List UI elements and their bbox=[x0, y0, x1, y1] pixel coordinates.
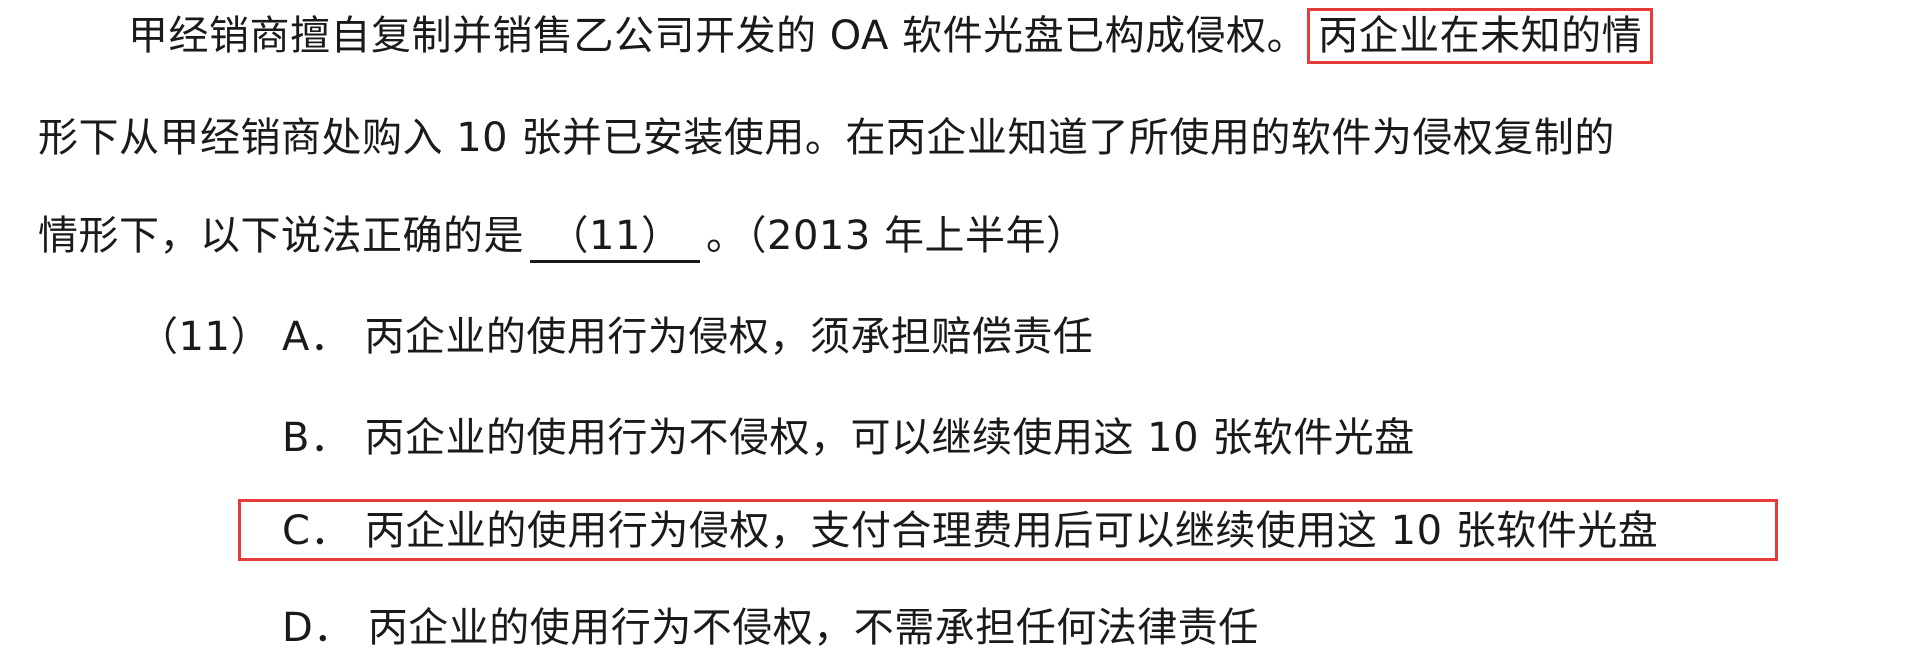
answer-blank: （11） bbox=[530, 212, 700, 263]
question-text: 甲经销商擅自复制并销售乙公司开发的 OA 软件光盘已构成侵权。 bbox=[128, 13, 1308, 59]
option-letter: B． bbox=[282, 415, 351, 461]
option-d: D． 丙企业的使用行为不侵权，不需承担任何法律责任 bbox=[282, 600, 1259, 656]
option-a: A． 丙企业的使用行为侵权，须承担赔偿责任 bbox=[282, 309, 1093, 365]
question-line-2: 形下从甲经销商处购入 10 张并已安装使用。在丙企业知道了所使用的软件为侵权复制… bbox=[38, 110, 1615, 166]
option-text: 丙企业的使用行为侵权，须承担赔偿责任 bbox=[364, 314, 1094, 360]
option-c: C． 丙企业的使用行为侵权，支付合理费用后可以继续使用这 10 张软件光盘 bbox=[282, 503, 1658, 559]
option-b: B． 丙企业的使用行为不侵权，可以继续使用这 10 张软件光盘 bbox=[282, 410, 1415, 466]
option-letter: D． bbox=[282, 605, 354, 651]
question-text: 情形下，以下说法正确的是 bbox=[38, 213, 524, 259]
option-letter: C． bbox=[282, 508, 351, 554]
option-text: 丙企业的使用行为侵权，支付合理费用后可以继续使用这 10 张软件光盘 bbox=[364, 508, 1659, 554]
highlighted-phrase: 丙企业在未知的情 bbox=[1307, 8, 1654, 64]
question-number: （11） bbox=[138, 314, 271, 360]
option-text: 丙企业的使用行为不侵权，可以继续使用这 10 张软件光盘 bbox=[364, 415, 1415, 461]
option-text: 丙企业的使用行为不侵权，不需承担任何法律责任 bbox=[367, 605, 1259, 651]
question-source: 。（2013 年上半年） bbox=[706, 213, 1087, 259]
option-letter: A． bbox=[282, 314, 351, 360]
question-text: 形下从甲经销商处购入 10 张并已安装使用。在丙企业知道了所使用的软件为侵权复制… bbox=[38, 115, 1615, 161]
question-line-3: 情形下，以下说法正确的是 （11） 。（2013 年上半年） bbox=[38, 208, 1087, 264]
question-line-1: 甲经销商擅自复制并销售乙公司开发的 OA 软件光盘已构成侵权。 丙企业在未知的情 bbox=[128, 8, 1654, 64]
